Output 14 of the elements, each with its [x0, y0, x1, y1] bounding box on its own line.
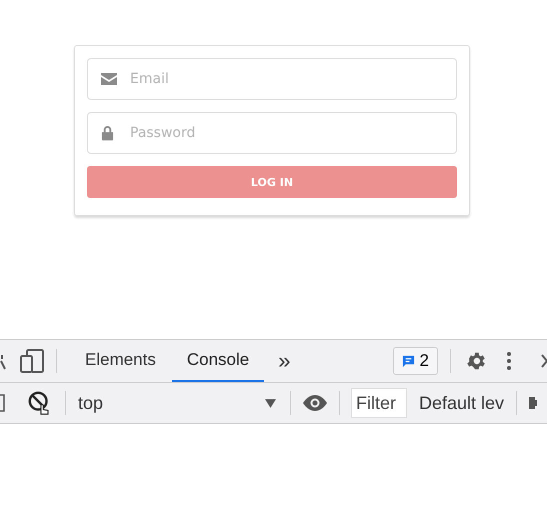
filter-field[interactable]: Filter [351, 388, 407, 418]
devtools-tab[interactable]: Elements [70, 340, 171, 382]
password-field[interactable]: Password [87, 112, 457, 154]
message-icon [402, 354, 415, 368]
eye-icon[interactable] [303, 395, 327, 411]
log-levels-dropdown[interactable]: Default lev [407, 392, 504, 414]
caret-icon [265, 398, 276, 408]
more-tabs-button[interactable]: » [270, 348, 298, 374]
email-field[interactable]: Email [87, 58, 457, 100]
device-toolbar-icon[interactable] [20, 349, 44, 373]
context-dropdown[interactable]: top [78, 392, 278, 414]
issues-button[interactable]: 2 [392, 347, 438, 375]
more-options-icon[interactable] [507, 352, 511, 370]
close-icon[interactable] [541, 354, 547, 368]
